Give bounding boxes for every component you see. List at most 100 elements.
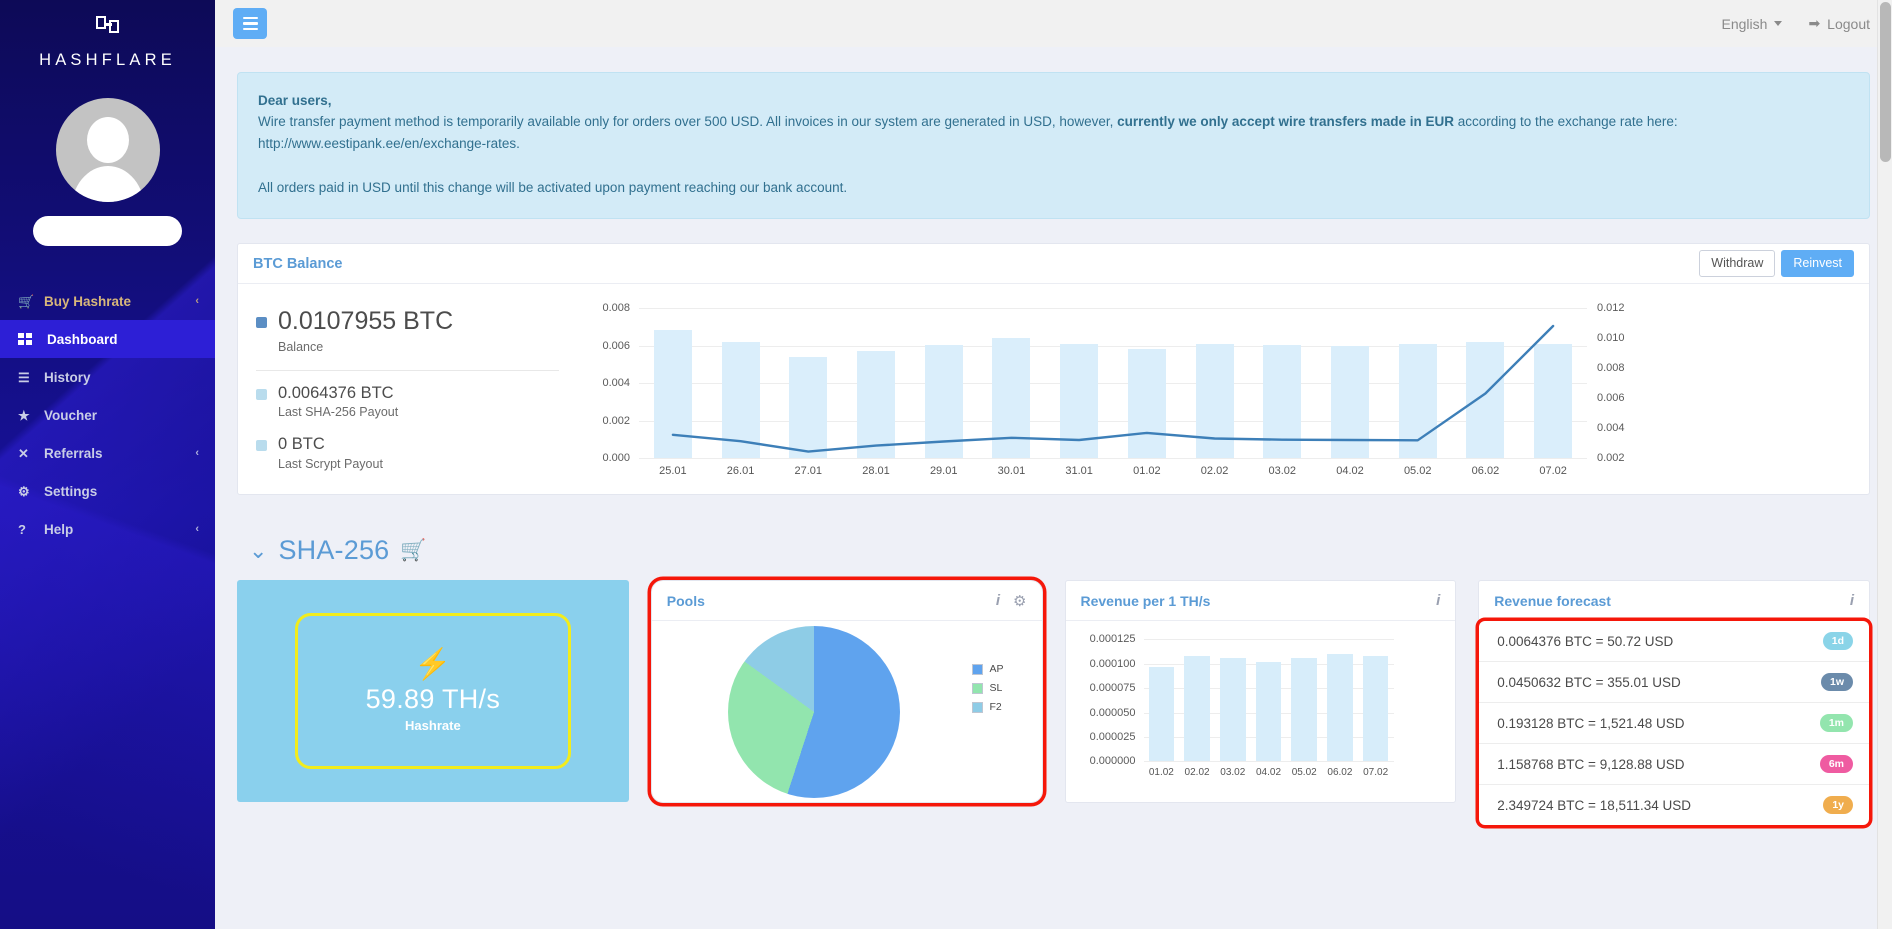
page-content: Dear users, Wire transfer payment method… bbox=[215, 47, 1892, 929]
bar bbox=[1148, 666, 1175, 762]
forecast-text: 0.0064376 BTC = 50.72 USD bbox=[1497, 633, 1674, 649]
forecast-text: 0.193128 BTC = 1,521.48 USD bbox=[1497, 715, 1685, 731]
notice-text-a: Wire transfer payment method is temporar… bbox=[258, 114, 1118, 130]
x-axis-tick: 07.02 bbox=[1363, 767, 1389, 779]
cart-icon[interactable]: 🛒 bbox=[400, 540, 426, 561]
revenue-col: Revenue per 1 TH/s i 0.000000 0.000025 0.0… bbox=[1064, 580, 1457, 826]
forecast-header-icons: i bbox=[1850, 592, 1854, 609]
balance-actions: Withdraw Reinvest bbox=[1699, 250, 1854, 278]
y-axis-tick: 0.000025 bbox=[1089, 730, 1136, 743]
bolt-icon: ⚡ bbox=[414, 647, 452, 681]
pie-legend: AP SL F2 bbox=[972, 663, 1004, 713]
legend-swatch bbox=[972, 682, 984, 694]
bar bbox=[1255, 661, 1282, 762]
pools-pie-chart: AP SL F2 bbox=[652, 621, 1042, 802]
forecast-row: 0.0450632 BTC = 355.01 USD 1w bbox=[1479, 661, 1869, 702]
balance-value: 0.0107955 BTC bbox=[278, 307, 454, 336]
revenue-chart-area: 0.000000 0.000025 0.000050 0.000075 0.000100… bbox=[1066, 621, 1456, 802]
sha256-cards-row: ⚡ 59.89 TH/s Hashrate Pools i ⚙ AP SL F2… bbox=[237, 580, 1870, 827]
info-icon[interactable]: i bbox=[1850, 592, 1854, 609]
legend-swatch bbox=[256, 388, 267, 400]
top-bar-right: English ➡ Logout bbox=[1722, 15, 1870, 32]
y-axis-tick: 0.000125 bbox=[1089, 633, 1136, 646]
brand-logo[interactable]: HASHFLARE bbox=[0, 0, 215, 76]
sidebar-label: Settings bbox=[44, 483, 98, 499]
list-icon: ☰ bbox=[18, 369, 30, 385]
sign-out-icon: ➡ bbox=[1808, 15, 1821, 31]
sidebar-item-buy-hashrate[interactable]: 🛒 Buy Hashrate ‹ bbox=[0, 282, 215, 320]
hashrate-card: ⚡ 59.89 TH/s Hashrate bbox=[237, 580, 629, 803]
revenue-forecast-card: Revenue forecast i 0.0064376 BTC = 50.72… bbox=[1478, 580, 1870, 827]
avatar-head bbox=[86, 117, 129, 163]
hashrate-highlight: ⚡ 59.89 TH/s Hashrate bbox=[294, 613, 571, 770]
revenue-per-th-card: Revenue per 1 TH/s i 0.000000 0.000025 0.0… bbox=[1064, 580, 1457, 804]
share-icon: ✕ bbox=[18, 445, 29, 461]
period-badge: 1y bbox=[1823, 796, 1853, 815]
x-axis-tick: 06.02 bbox=[1327, 767, 1353, 779]
hashrate-label: Hashrate bbox=[405, 717, 461, 733]
notice-banner: Dear users, Wire transfer payment method… bbox=[237, 72, 1870, 220]
language-selector[interactable]: English bbox=[1722, 16, 1783, 32]
pie-legend-item[interactable]: F2 bbox=[972, 701, 1003, 713]
y-axis-tick: 0.000050 bbox=[1089, 706, 1136, 719]
card-title: Pools bbox=[666, 592, 705, 609]
username-pill bbox=[33, 216, 182, 246]
sidebar: HASHFLARE 🛒 Buy Hashrate ‹ Dashboard ☰ H… bbox=[0, 0, 215, 929]
pie-chart bbox=[727, 625, 900, 798]
sidebar-item-referrals[interactable]: ✕ Referrals ‹ bbox=[0, 434, 215, 472]
withdraw-button[interactable]: Withdraw bbox=[1699, 250, 1776, 278]
logout-button[interactable]: ➡ Logout bbox=[1808, 15, 1870, 32]
main-area: English ➡ Logout Dear users, Wire transf… bbox=[215, 0, 1892, 929]
vertical-scrollbar[interactable] bbox=[1877, 0, 1892, 929]
notice-text-bold: currently we only accept wire transfers … bbox=[1117, 114, 1455, 130]
chevron-down-icon[interactable]: ⌄ bbox=[249, 539, 267, 562]
forecast-col: Revenue forecast i 0.0064376 BTC = 50.72… bbox=[1478, 580, 1870, 827]
hamburger-icon[interactable] bbox=[233, 8, 267, 39]
forecast-row: 2.349724 BTC = 18,511.34 USD 1y bbox=[1479, 784, 1869, 825]
section-title: SHA-256 bbox=[278, 535, 390, 566]
legend-swatch bbox=[972, 663, 984, 675]
gridline bbox=[1143, 639, 1394, 641]
hashflare-logo-icon bbox=[93, 14, 123, 44]
sidebar-item-dashboard[interactable]: Dashboard bbox=[0, 320, 215, 358]
sidebar-item-help[interactable]: ? Help ‹ bbox=[0, 510, 215, 548]
pools-header: Pools i ⚙ bbox=[651, 581, 1042, 622]
dashboard-grid-icon bbox=[18, 333, 40, 345]
notice-greeting: Dear users, bbox=[258, 93, 332, 108]
sidebar-item-history[interactable]: ☰ History bbox=[0, 358, 215, 396]
cart-icon: 🛒 bbox=[18, 293, 35, 309]
balance-row-scrypt: 0 BTC Last Scrypt Payout bbox=[256, 434, 583, 475]
btc-balance-chart: 0.000 0.002 0.004 0.006 0.008 0.002 0.004 0.006… bbox=[583, 298, 1869, 482]
sidebar-label: History bbox=[44, 369, 91, 385]
card-title: Revenue per 1 TH/s bbox=[1080, 592, 1211, 609]
balance-value: 0.0064376 BTC bbox=[278, 383, 394, 402]
y-axis-tick: 0.000000 bbox=[1089, 755, 1136, 768]
avatar[interactable] bbox=[55, 98, 160, 202]
pools-card: Pools i ⚙ AP SL F2 bbox=[650, 580, 1043, 804]
sidebar-label: Buy Hashrate bbox=[44, 293, 132, 309]
logout-label: Logout bbox=[1827, 15, 1870, 32]
reinvest-button[interactable]: Reinvest bbox=[1781, 250, 1854, 278]
balance-line-series bbox=[671, 325, 1555, 454]
gears-icon: ⚙ bbox=[18, 483, 30, 499]
sidebar-item-voucher[interactable]: ★ Voucher bbox=[0, 396, 215, 434]
info-icon[interactable]: i bbox=[996, 592, 1000, 609]
sidebar-label: Help bbox=[44, 521, 74, 537]
revenue-header-icons: i bbox=[1436, 592, 1440, 609]
scrollbar-thumb[interactable] bbox=[1880, 2, 1891, 162]
bar bbox=[1184, 656, 1210, 762]
card-title: Revenue forecast bbox=[1494, 592, 1611, 609]
question-icon: ? bbox=[18, 521, 26, 537]
sidebar-item-settings[interactable]: ⚙ Settings bbox=[0, 472, 215, 510]
hashrate-value: 59.89 TH/s bbox=[365, 683, 501, 714]
pie-legend-item[interactable]: SL bbox=[972, 682, 1003, 694]
hashrate-col: ⚡ 59.89 TH/s Hashrate bbox=[237, 580, 629, 826]
pie-legend-item[interactable]: AP bbox=[972, 663, 1004, 675]
legend-swatch bbox=[256, 317, 267, 329]
legend-label: F2 bbox=[989, 701, 1002, 714]
star-icon: ★ bbox=[18, 407, 30, 423]
sha256-section-header[interactable]: ⌄ SHA-256 🛒 bbox=[249, 535, 1870, 566]
gear-icon[interactable]: ⚙ bbox=[1013, 592, 1026, 610]
y-axis-tick: 0.000075 bbox=[1089, 682, 1136, 695]
info-icon[interactable]: i bbox=[1436, 592, 1440, 609]
